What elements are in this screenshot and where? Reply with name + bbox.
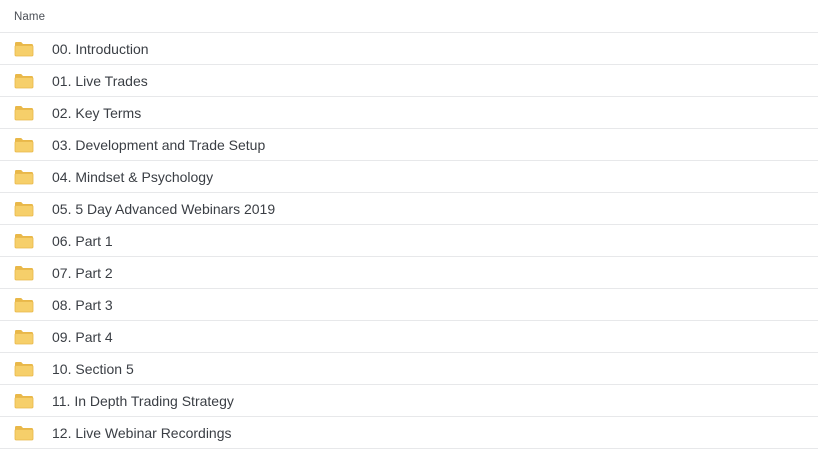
folder-icon	[14, 105, 34, 121]
folder-name[interactable]: 08. Part 3	[52, 297, 113, 313]
folder-rows: 00. Introduction 01. Live Trades 02. Key T…	[0, 33, 818, 449]
folder-row[interactable]: 01. Live Trades	[0, 65, 818, 97]
folder-row[interactable]: 06. Part 1	[0, 225, 818, 257]
folder-icon	[14, 361, 34, 377]
folder-icon	[14, 233, 34, 249]
folder-name[interactable]: 03. Development and Trade Setup	[52, 137, 265, 153]
folder-name[interactable]: 06. Part 1	[52, 233, 113, 249]
folder-row[interactable]: 00. Introduction	[0, 33, 818, 65]
folder-row[interactable]: 04. Mindset & Psychology	[0, 161, 818, 193]
folder-name[interactable]: 04. Mindset & Psychology	[52, 169, 213, 185]
file-list: Name 00. Introduction 01. Live Trades 02. …	[0, 0, 818, 449]
folder-row[interactable]: 12. Live Webinar Recordings	[0, 417, 818, 449]
folder-icon	[14, 201, 34, 217]
folder-icon	[14, 137, 34, 153]
folder-row[interactable]: 11. In Depth Trading Strategy	[0, 385, 818, 417]
folder-row[interactable]: 09. Part 4	[0, 321, 818, 353]
folder-icon	[14, 329, 34, 345]
folder-row[interactable]: 08. Part 3	[0, 289, 818, 321]
folder-name[interactable]: 01. Live Trades	[52, 73, 148, 89]
folder-name[interactable]: 05. 5 Day Advanced Webinars 2019	[52, 201, 275, 217]
folder-icon	[14, 169, 34, 185]
folder-name[interactable]: 10. Section 5	[52, 361, 134, 377]
folder-row[interactable]: 10. Section 5	[0, 353, 818, 385]
folder-icon	[14, 425, 34, 441]
folder-name[interactable]: 11. In Depth Trading Strategy	[52, 393, 234, 409]
folder-name[interactable]: 09. Part 4	[52, 329, 113, 345]
folder-icon	[14, 73, 34, 89]
column-header-row: Name	[0, 0, 818, 33]
folder-name[interactable]: 00. Introduction	[52, 41, 149, 57]
folder-icon	[14, 297, 34, 313]
folder-icon	[14, 41, 34, 57]
folder-name[interactable]: 12. Live Webinar Recordings	[52, 425, 232, 441]
folder-row[interactable]: 05. 5 Day Advanced Webinars 2019	[0, 193, 818, 225]
folder-row[interactable]: 07. Part 2	[0, 257, 818, 289]
name-column-header[interactable]: Name	[14, 11, 45, 23]
folder-name[interactable]: 02. Key Terms	[52, 105, 141, 121]
folder-icon	[14, 393, 34, 409]
folder-name[interactable]: 07. Part 2	[52, 265, 113, 281]
folder-icon	[14, 265, 34, 281]
folder-row[interactable]: 03. Development and Trade Setup	[0, 129, 818, 161]
folder-row[interactable]: 02. Key Terms	[0, 97, 818, 129]
